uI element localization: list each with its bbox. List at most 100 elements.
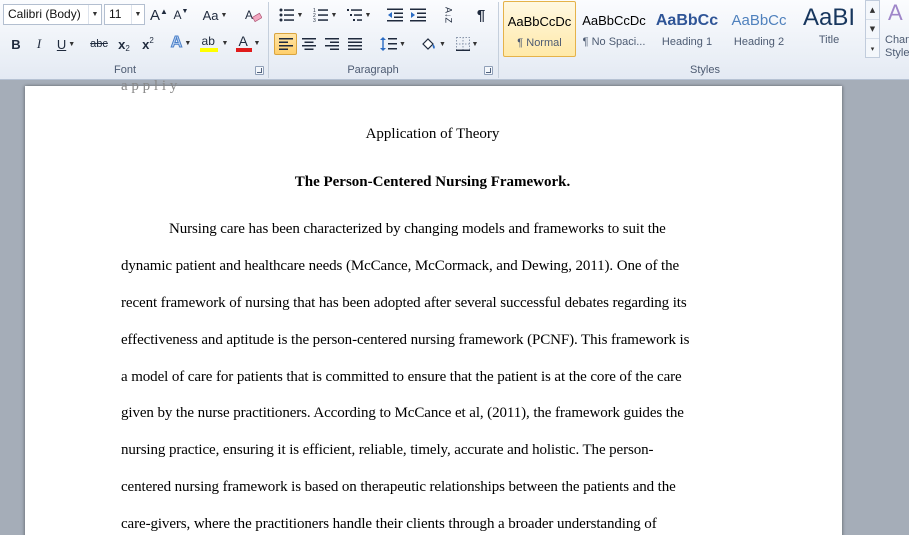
svg-text:3: 3 — [313, 18, 316, 22]
paragraph-group-label: Paragraph — [347, 64, 399, 76]
style-heading-1[interactable]: AaBbCc Heading 1 — [652, 1, 722, 57]
paragraph-line: nursing practice, ensuring it is efficie… — [121, 442, 654, 458]
style-sample: AaBbCc — [655, 12, 719, 29]
paragraph-line: centered nursing framework is based on t… — [121, 479, 676, 495]
change-styles-button[interactable]: A Chan Style — [884, 0, 909, 62]
svg-text:A: A — [245, 8, 253, 22]
document-page[interactable]: a p p l i y Application of Theory The Pe… — [25, 78, 842, 535]
font-dialog-launcher[interactable] — [255, 66, 264, 75]
align-right-icon — [325, 38, 339, 50]
align-right-button[interactable] — [321, 34, 343, 54]
chevron-down-icon[interactable]: ▼ — [88, 5, 101, 24]
highlight-icon: ab — [201, 34, 215, 48]
clear-formatting-icon: A — [245, 8, 262, 23]
paragraph-line: dynamic patient and healthcare needs (Mc… — [121, 258, 680, 274]
align-center-button[interactable] — [298, 34, 320, 54]
style-name: ¶ Normal — [517, 37, 562, 49]
bold-icon: B — [11, 36, 21, 52]
justify-button[interactable] — [344, 34, 366, 54]
style-title[interactable]: AaBI Title — [796, 1, 862, 57]
superscript-button[interactable]: x2 — [137, 34, 159, 54]
paragraph-line: care-givers, where the practitioners han… — [121, 516, 657, 532]
superscript-mark: 2 — [149, 35, 154, 45]
more-styles-icon[interactable]: ▾ — [866, 39, 879, 58]
line-spacing-icon — [380, 37, 398, 51]
align-left-icon — [278, 38, 293, 50]
strikethrough-icon: abc — [90, 38, 108, 50]
multilevel-list-button[interactable]: ▼ — [344, 5, 374, 25]
styles-gallery: AaBbCcDc ¶ Normal AaBbCcDc ¶ No Spaci...… — [502, 1, 864, 59]
justify-icon — [348, 38, 362, 50]
line-spacing-button[interactable]: ▼ — [378, 34, 408, 54]
borders-button[interactable]: ▼ — [452, 34, 482, 54]
style-name: ¶ No Spaci... — [582, 36, 646, 48]
increase-indent-button[interactable] — [407, 5, 429, 25]
font-color-button[interactable]: A ▼ — [233, 33, 263, 53]
grow-font-icon: A — [150, 6, 161, 24]
decrease-indent-button[interactable] — [384, 5, 406, 25]
paragraph-line: Nursing care has been characterized by c… — [169, 221, 666, 237]
font-group-label: Font — [113, 64, 136, 76]
page-title: Application of Theory — [365, 126, 500, 142]
highlight-color-bar — [199, 48, 218, 52]
grow-font-button[interactable]: A ▲ — [149, 5, 169, 25]
font-color-icon: A — [238, 33, 248, 49]
italic-button[interactable]: I — [29, 34, 49, 54]
superscript-icon: x — [142, 36, 150, 52]
highlight-button[interactable]: ab ▼ — [198, 33, 230, 53]
shrink-font-button[interactable]: A ▼ — [171, 5, 191, 25]
group-separator — [268, 2, 269, 78]
change-case-button[interactable]: Aa ▼ — [200, 5, 230, 25]
font-size-combo[interactable]: 11 ▼ — [104, 4, 145, 25]
style-name: Title — [818, 34, 840, 46]
style-sample: AaBbCc — [731, 12, 787, 29]
shrink-font-icon: A — [173, 8, 182, 22]
borders-icon — [455, 37, 470, 51]
font-size-value: 11 — [109, 7, 122, 21]
styles-group-label: Styles — [690, 64, 720, 76]
paragraph-dialog-launcher[interactable] — [484, 66, 493, 75]
font-name-value: Calibri (Body) — [8, 7, 81, 21]
chevron-down-icon[interactable]: ▼ — [131, 5, 144, 24]
align-left-button[interactable] — [274, 33, 297, 55]
style-heading-2[interactable]: AaBbCc Heading 2 — [724, 1, 794, 57]
change-styles-label: Chan Style — [885, 34, 909, 59]
numbering-button[interactable]: 1 2 3 ▼ — [310, 5, 340, 25]
paragraph-line: given by the nurse practitioners. Accord… — [121, 405, 684, 421]
strikethrough-button[interactable]: abc — [87, 34, 111, 54]
bold-button[interactable]: B — [6, 34, 26, 54]
clear-formatting-button[interactable]: A — [242, 5, 264, 25]
document-heading: The Person-Centered Nursing Framework. — [294, 174, 571, 190]
text-effects-icon: A — [170, 34, 183, 52]
show-hide-marks-button[interactable]: ¶ — [470, 5, 492, 25]
sort-icon: A↓Z — [443, 6, 454, 23]
font-name-combo[interactable]: Calibri (Body) ▼ — [3, 4, 102, 25]
ribbon: Calibri (Body) ▼ 11 ▼ A ▲ A ▼ Aa ▼ A B I U ▼… — [0, 0, 909, 80]
pilcrow-icon: ¶ — [476, 6, 486, 24]
style-name: Heading 2 — [733, 36, 785, 48]
increase-indent-icon — [410, 8, 426, 22]
partially-visible-text: a p p l i y — [121, 78, 178, 94]
style-sample: AaBbCcDc — [582, 13, 646, 28]
underline-icon: U — [56, 36, 67, 52]
text-effects-button[interactable]: A ▼ — [167, 33, 195, 53]
shading-button[interactable]: ▼ — [418, 34, 448, 54]
scroll-up-icon[interactable]: ▲ — [866, 1, 879, 20]
style-normal[interactable]: AaBbCcDc ¶ Normal — [503, 1, 576, 57]
multilevel-list-icon — [346, 9, 362, 21]
scroll-down-icon[interactable]: ▼ — [866, 20, 879, 39]
italic-icon: I — [36, 36, 42, 51]
bullets-button[interactable]: ▼ — [276, 5, 306, 25]
underline-button[interactable]: U ▼ — [52, 34, 80, 54]
style-sample: AaBbCcDc — [507, 14, 572, 29]
styles-gallery-scroll[interactable]: ▲ ▼ ▾ — [865, 0, 880, 58]
group-separator — [498, 2, 499, 78]
svg-text:A: A — [888, 0, 903, 25]
subscript-button[interactable]: x2 — [113, 34, 135, 54]
sort-button[interactable]: A↓Z — [437, 5, 459, 25]
change-styles-icon: A — [888, 0, 903, 25]
style-no-spacing[interactable]: AaBbCcDc ¶ No Spaci... — [578, 1, 650, 57]
numbering-icon: 1 2 3 — [313, 8, 328, 22]
bullets-icon — [279, 8, 294, 22]
font-color-bar — [235, 48, 252, 52]
